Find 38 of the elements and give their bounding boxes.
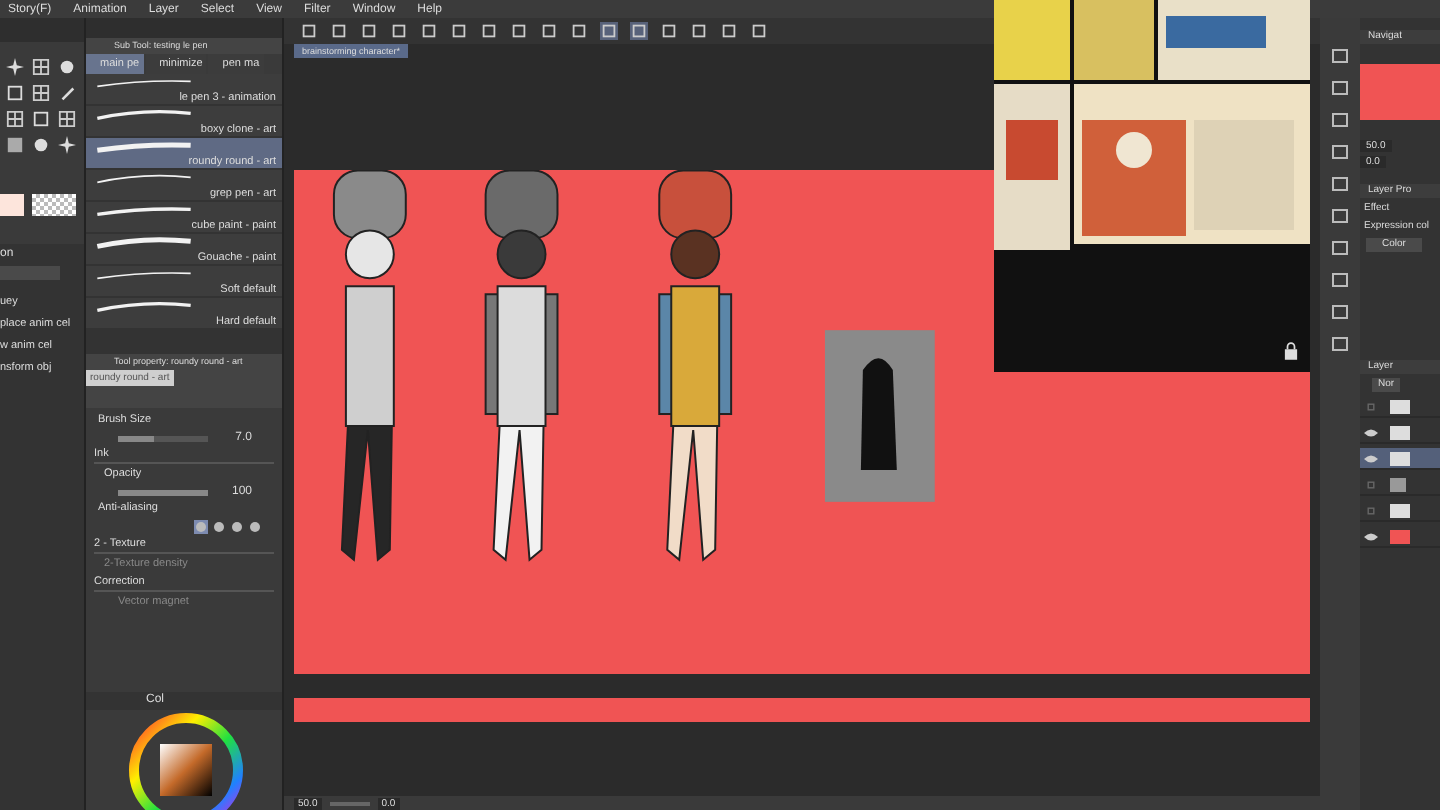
eye-icon[interactable] xyxy=(1364,427,1378,437)
anti-aliasing-option[interactable] xyxy=(230,520,244,534)
brush-stroke-icon xyxy=(94,108,194,122)
layer-row[interactable] xyxy=(1360,422,1440,444)
brush-stroke-icon xyxy=(94,172,194,186)
eye-icon[interactable] xyxy=(1364,453,1378,463)
brush-stroke-icon xyxy=(94,268,194,282)
folder-icon xyxy=(1390,477,1406,491)
grid-icon[interactable] xyxy=(32,84,50,102)
opacity-slider[interactable] xyxy=(118,489,208,495)
layer-row[interactable] xyxy=(1360,396,1440,418)
brush-stroke-icon xyxy=(94,204,194,218)
gradient-icon[interactable] xyxy=(6,136,24,154)
color-wheel[interactable] xyxy=(126,710,246,810)
sparkle-icon[interactable] xyxy=(6,58,24,76)
anti-aliasing-option[interactable] xyxy=(248,520,262,534)
brush-stroke-icon xyxy=(94,76,194,90)
rect-icon[interactable] xyxy=(32,110,50,128)
anti-aliasing-option[interactable] xyxy=(212,520,226,534)
pen-icon[interactable] xyxy=(58,84,76,102)
brush-size-slider[interactable] xyxy=(118,435,208,441)
lock-icon[interactable] xyxy=(1284,342,1298,360)
navigator-preview xyxy=(1360,64,1440,120)
brush-stroke-icon xyxy=(94,300,194,314)
layer-row[interactable] xyxy=(1360,500,1440,522)
square-icon[interactable] xyxy=(6,84,24,102)
layer-thumbnail xyxy=(1390,503,1410,517)
transparent-swatch[interactable] xyxy=(32,194,76,216)
eye-icon[interactable] xyxy=(1364,531,1378,541)
layer-row[interactable] xyxy=(1360,448,1440,470)
brush-stroke-icon xyxy=(94,140,194,154)
dot-icon[interactable] xyxy=(58,58,76,76)
main-color-swatch[interactable] xyxy=(0,194,24,216)
star-icon[interactable] xyxy=(58,136,76,154)
layer-row[interactable] xyxy=(1360,474,1440,496)
layer-row[interactable] xyxy=(1360,526,1440,548)
brush-stroke-icon xyxy=(94,236,194,250)
blob-icon[interactable] xyxy=(32,136,50,154)
